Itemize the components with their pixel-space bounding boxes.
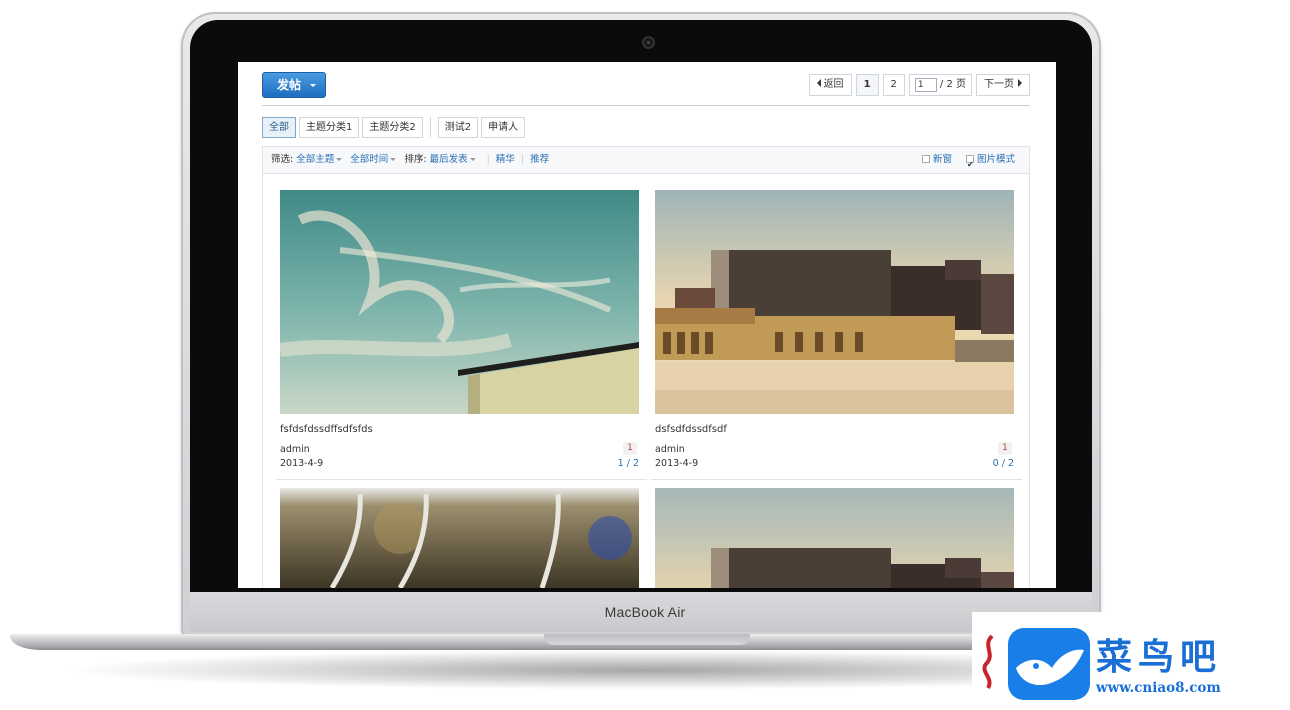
reply-badge: 1: [998, 442, 1012, 455]
divider: |: [486, 154, 490, 165]
digest-link[interactable]: 精华: [496, 154, 515, 165]
post-image-buildings[interactable]: [655, 190, 1014, 414]
new-window-checkbox[interactable]: 新窗: [921, 147, 952, 173]
filter-bar: 筛选: 全部主题 全部时间 排序: 最后发表 | 精华 | 推荐 新窗 图片模式: [262, 146, 1030, 178]
sort-dropdown[interactable]: 最后发表: [430, 154, 468, 165]
post-author[interactable]: admin: [655, 444, 685, 455]
forum-toolbar: 发帖 返回 1 2 1 / 2 页 下一页: [262, 72, 1030, 106]
post-title[interactable]: dsfsdfdssdfsdf: [655, 424, 727, 435]
next-page-label: 下一页: [984, 79, 1014, 90]
recommend-link[interactable]: 推荐: [530, 154, 549, 165]
all-topics-dropdown[interactable]: 全部主题: [296, 154, 334, 165]
post-image-buildings[interactable]: [655, 488, 1014, 588]
post-date: 2013-4-9: [280, 458, 324, 469]
watermark-url: www.cniao8.com: [1096, 680, 1221, 696]
tab-all[interactable]: 全部: [262, 116, 296, 138]
sort-label: 排序:: [404, 154, 427, 165]
watermark-name: 菜鸟吧: [1096, 636, 1223, 678]
back-button[interactable]: 返回: [808, 74, 852, 96]
page-1-button[interactable]: 1: [855, 74, 879, 96]
page-jump-input[interactable]: 1: [914, 78, 937, 92]
post-image-blur[interactable]: [280, 488, 639, 588]
page-2-button[interactable]: 2: [882, 74, 905, 96]
checkbox-icon: [921, 154, 930, 163]
chevron-down-icon: [469, 157, 476, 161]
tab-divider: [429, 117, 431, 137]
pagination: 返回 1 2 1 / 2 页 下一页: [808, 74, 1030, 96]
laptop-brand: MacBook Air: [604, 604, 686, 620]
chevron-down-icon: [310, 84, 316, 87]
post-grid: fsfdsfdssdffsdfsfds admin 2013-4-9 1 1 /…: [262, 174, 1030, 588]
page-total-label: / 2 页: [939, 79, 966, 90]
tab-applicant[interactable]: 申请人: [481, 116, 526, 138]
reply-count: 1 / 2: [617, 458, 639, 469]
reply-count: 0 / 2: [992, 458, 1014, 469]
chevron-down-icon: [390, 157, 397, 161]
next-page-button[interactable]: 下一页: [976, 74, 1030, 96]
filter-label: 筛选:: [271, 154, 294, 165]
tab-test-2[interactable]: 测试2: [437, 116, 479, 138]
post-card[interactable]: [651, 480, 1022, 588]
page-jump: 1 / 2 页: [908, 74, 972, 96]
arrow-left-icon: [816, 79, 821, 87]
new-post-button[interactable]: 发帖: [262, 72, 326, 98]
tab-category-1[interactable]: 主题分类1: [299, 116, 360, 138]
red-seal-icon: [982, 634, 994, 690]
picture-mode-checkbox[interactable]: 图片模式: [965, 147, 1015, 178]
post-card[interactable]: fsfdsfdssdffsdfsfds admin 2013-4-9 1 1 /…: [276, 182, 647, 480]
post-card[interactable]: dsfsdfdssdfsdf admin 2013-4-9 1 0 / 2: [651, 182, 1022, 480]
arrow-right-icon: [1018, 79, 1022, 87]
post-image-sky[interactable]: [280, 190, 639, 414]
stage: MacBook Air 发帖 返回 1 2 1 / 2 页 下一页 全部 主题分…: [0, 0, 1290, 710]
checkbox-checked-icon: [965, 152, 974, 178]
post-date: 2013-4-9: [655, 458, 699, 469]
picture-mode-label: 图片模式: [976, 154, 1015, 165]
new-window-label: 新窗: [932, 154, 952, 165]
reply-badge: 1: [623, 442, 637, 455]
category-tabs: 全部 主题分类1 主题分类2 测试2 申请人: [262, 116, 526, 138]
divider: |: [520, 154, 525, 165]
post-author[interactable]: admin: [280, 444, 310, 455]
tab-category-2[interactable]: 主题分类2: [362, 116, 423, 138]
post-card[interactable]: [276, 480, 647, 588]
view-options: 新窗 图片模式: [921, 147, 1015, 178]
new-post-label: 发帖: [277, 78, 302, 92]
chevron-down-icon: [336, 157, 343, 161]
screen: 发帖 返回 1 2 1 / 2 页 下一页 全部 主题分类1 主题分类2 测试2…: [238, 62, 1056, 588]
post-title[interactable]: fsfdsfdssdffsdfsfds: [280, 424, 373, 435]
watermark-logo: 菜鸟吧 www.cniao8.com: [972, 612, 1290, 710]
bird-logo-icon: [1008, 628, 1090, 700]
camera-icon: [642, 36, 655, 49]
all-time-dropdown[interactable]: 全部时间: [350, 154, 388, 165]
back-label: 返回: [823, 79, 844, 90]
laptop-notch: [544, 634, 750, 645]
